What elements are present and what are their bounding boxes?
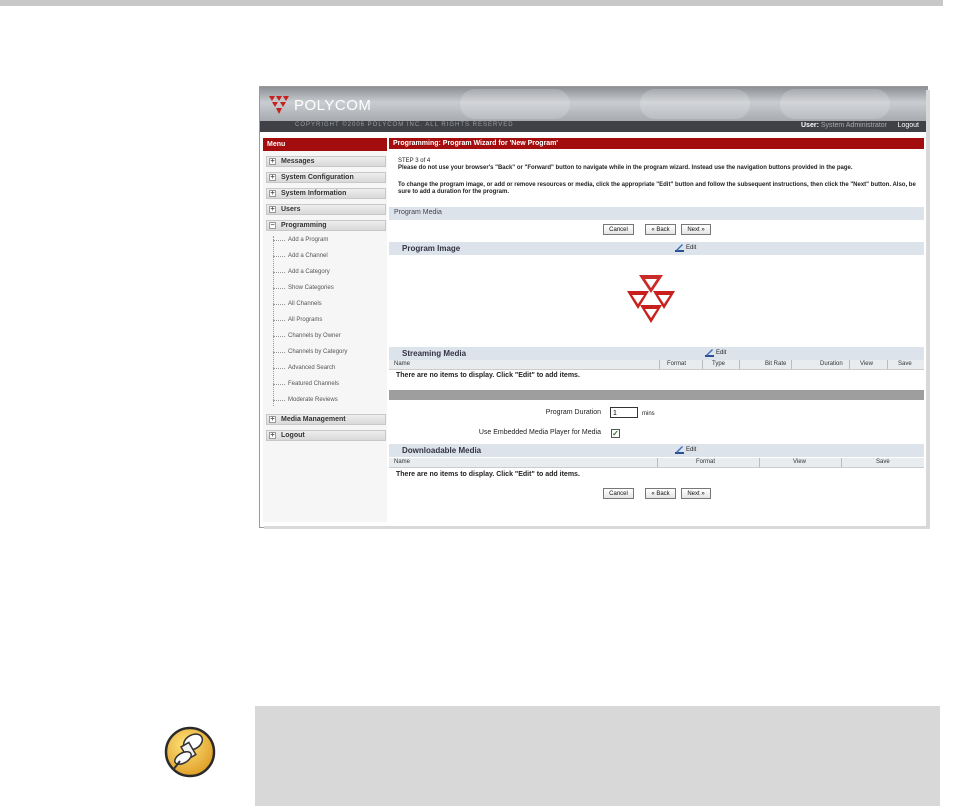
main-content: Programming: Program Wizard for 'New Pro… bbox=[389, 138, 924, 524]
pushpin-icon bbox=[164, 726, 216, 778]
page-top-rule bbox=[0, 0, 943, 6]
cancel-button[interactable]: Cancel bbox=[603, 488, 634, 499]
user-label: User: bbox=[801, 122, 819, 129]
submenu-show-categories[interactable]: Show Categories bbox=[288, 285, 334, 291]
expand-icon: + bbox=[269, 158, 276, 165]
duration-unit: mins bbox=[642, 411, 655, 417]
submenu-channels-by-owner[interactable]: Channels by Owner bbox=[288, 333, 341, 339]
expand-icon: + bbox=[269, 416, 276, 423]
divider-bar bbox=[389, 390, 924, 400]
submenu-channels-by-category[interactable]: Channels by Category bbox=[288, 349, 347, 355]
expand-icon: + bbox=[269, 190, 276, 197]
submenu-add-channel[interactable]: Add a Channel bbox=[288, 253, 328, 259]
menu-cat-media-management[interactable]: + Media Management bbox=[266, 414, 386, 425]
downloadable-media-empty: There are no items to display. Click "Ed… bbox=[396, 471, 580, 478]
wizard-warning: Please do not use your browser's "Back" … bbox=[398, 165, 853, 171]
streaming-media-edit[interactable]: Edit bbox=[705, 349, 726, 357]
copyright-text: COPYRIGHT ©2006 POLYCOM INC. ALL RIGHTS … bbox=[295, 122, 514, 128]
menu-cat-users[interactable]: + Users bbox=[266, 204, 386, 215]
submenu-add-category[interactable]: Add a Category bbox=[288, 269, 330, 275]
menu-cat-system-information[interactable]: + System Information bbox=[266, 188, 386, 199]
column-header: View bbox=[793, 459, 806, 465]
program-duration-label: Program Duration bbox=[545, 409, 601, 416]
downloadable-media-edit[interactable]: Edit bbox=[675, 446, 696, 454]
programming-submenu: Add a Program Add a Channel Add a Catego… bbox=[263, 222, 387, 406]
expand-icon: + bbox=[269, 432, 276, 439]
section-downloadable-media: Downloadable Media Edit bbox=[389, 444, 924, 457]
column-header: Bit Rate bbox=[765, 361, 787, 367]
submenu-advanced-search[interactable]: Advanced Search bbox=[288, 365, 335, 371]
submenu-add-program[interactable]: Add a Program bbox=[288, 237, 328, 243]
submenu-all-channels[interactable]: All Channels bbox=[288, 301, 322, 307]
program-image-logo bbox=[627, 275, 675, 323]
polycom-logo-icon bbox=[269, 96, 289, 114]
menu-title: Menu bbox=[263, 138, 387, 151]
submenu-moderate-reviews[interactable]: Moderate Reviews bbox=[288, 397, 338, 403]
section-streaming-media: Streaming Media Edit bbox=[389, 347, 924, 360]
user-name: System Administrator bbox=[820, 122, 887, 129]
frame-shadow bbox=[926, 90, 930, 528]
nav-buttons-top: Cancel « Back Next » bbox=[389, 224, 924, 237]
menu-cat-system-configuration[interactable]: + System Configuration bbox=[266, 172, 386, 183]
column-header: View bbox=[860, 361, 873, 367]
expand-icon: + bbox=[269, 174, 276, 181]
embedded-player-label: Use Embedded Media Player for Media bbox=[478, 429, 601, 436]
column-header: Format bbox=[696, 459, 716, 465]
pencil-icon bbox=[675, 446, 684, 454]
header-logout-link[interactable]: Logout bbox=[898, 122, 919, 129]
submenu-featured-channels[interactable]: Featured Channels bbox=[288, 381, 339, 387]
streaming-media-table-header: Name Format Type Bit Rate Duration View … bbox=[389, 360, 924, 370]
next-button[interactable]: Next » bbox=[681, 488, 711, 499]
submenu-all-programs[interactable]: All Programs bbox=[288, 317, 322, 323]
frame-shadow bbox=[264, 526, 930, 529]
screenshot-frame: POLYCOM COPYRIGHT ©2006 POLYCOM INC. ALL… bbox=[259, 86, 928, 528]
program-duration-input[interactable]: 1 bbox=[610, 407, 638, 418]
section-program-media: Program Media bbox=[389, 207, 924, 220]
column-header: Duration bbox=[820, 361, 843, 367]
back-button[interactable]: « Back bbox=[645, 224, 676, 235]
app-subheader: COPYRIGHT ©2006 POLYCOM INC. ALL RIGHTS … bbox=[260, 121, 927, 132]
column-header: Save bbox=[876, 459, 890, 465]
pencil-icon bbox=[705, 349, 714, 357]
column-header: Save bbox=[898, 361, 912, 367]
program-image-edit[interactable]: Edit bbox=[675, 244, 696, 252]
expand-icon: + bbox=[269, 206, 276, 213]
sidebar-menu: Menu + Messages + System Configuration + Sy… bbox=[263, 138, 387, 522]
user-info: User: System Administrator bbox=[801, 122, 887, 129]
column-header: Type bbox=[712, 361, 726, 367]
streaming-media-empty: There are no items to display. Click "Ed… bbox=[396, 372, 580, 379]
embedded-player-checkbox[interactable]: ✓ bbox=[611, 429, 620, 438]
pencil-icon bbox=[675, 244, 684, 252]
page-title: Programming: Program Wizard for 'New Pro… bbox=[389, 138, 924, 149]
section-program-image: Program Image Edit bbox=[389, 242, 924, 255]
back-button[interactable]: « Back bbox=[645, 488, 676, 499]
menu-cat-logout[interactable]: + Logout bbox=[266, 430, 386, 441]
brand-name: POLYCOM bbox=[294, 96, 372, 114]
menu-cat-messages[interactable]: + Messages bbox=[266, 156, 386, 167]
column-header: Name bbox=[394, 361, 411, 367]
polycom-logo: POLYCOM bbox=[268, 94, 371, 116]
app-header: POLYCOM bbox=[260, 87, 927, 121]
note-box bbox=[255, 706, 940, 806]
wizard-instructions: To change the program image, or add or r… bbox=[398, 182, 916, 195]
column-header: Name bbox=[394, 459, 411, 465]
nav-buttons-bottom: Cancel « Back Next » bbox=[389, 488, 924, 501]
column-header: Format bbox=[667, 361, 687, 367]
downloadable-media-table-header: Name Format View Save bbox=[389, 458, 924, 468]
next-button[interactable]: Next » bbox=[681, 224, 711, 235]
cancel-button[interactable]: Cancel bbox=[603, 224, 634, 235]
step-indicator: STEP 3 of 4 bbox=[398, 158, 431, 164]
